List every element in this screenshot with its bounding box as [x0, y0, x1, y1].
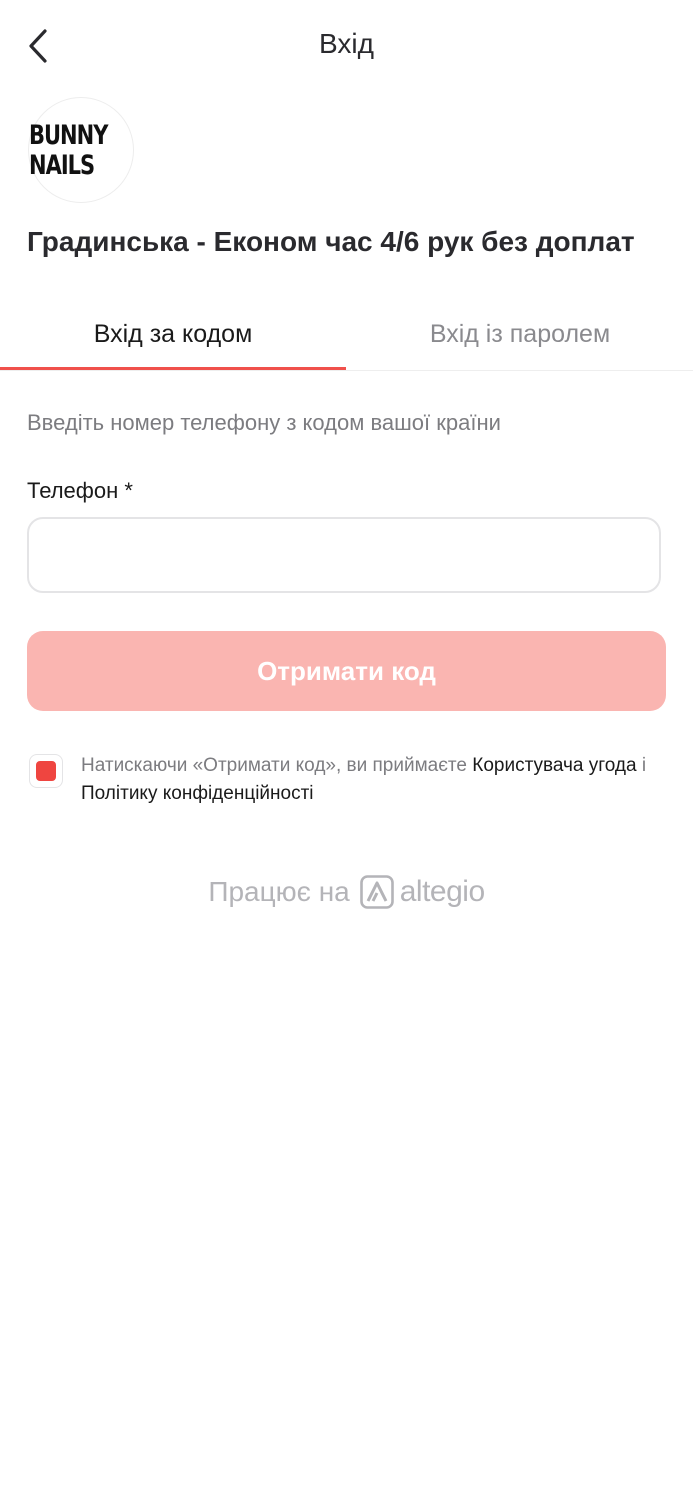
privacy-policy-link[interactable]: Політику конфіденційності [81, 783, 314, 804]
get-code-button[interactable]: Отримати код [27, 631, 666, 711]
altegio-brand: altegio [399, 875, 485, 908]
active-tab-indicator [0, 367, 346, 370]
powered-by-text: Працює на [208, 876, 350, 907]
header: Вхід [0, 0, 693, 95]
bunny-nails-logo: BUNNY NAILS [29, 120, 108, 180]
phone-input[interactable] [27, 517, 661, 593]
altegio-logo-icon [359, 875, 394, 909]
tab-login-by-code[interactable]: Вхід за кодом [0, 300, 346, 368]
tab-login-by-password[interactable]: Вхід із паролем [347, 300, 693, 368]
page-title: Вхід [319, 28, 374, 59]
consent-text: Натискаючи «Отримати код», ви приймаєте … [81, 752, 681, 808]
login-tabs: Вхід за кодом Вхід із паролем [0, 300, 693, 371]
user-agreement-link[interactable]: Користувача угода [472, 755, 636, 776]
consent-conjunction: і [636, 755, 647, 776]
salon-name: Градинська - Економ час 4/6 рук без допл… [27, 226, 635, 257]
phone-hint: Введіть номер телефону з кодом вашої кра… [27, 410, 501, 435]
phone-label: Телефон * [27, 478, 133, 503]
checkbox-check-icon [36, 761, 56, 781]
consent-text-before: Натискаючи «Отримати код», ви приймаєте [81, 755, 473, 776]
powered-by: Працює на altegio [0, 870, 693, 914]
salon-logo: BUNNY NAILS [28, 97, 134, 203]
consent-checkbox[interactable] [29, 754, 63, 788]
